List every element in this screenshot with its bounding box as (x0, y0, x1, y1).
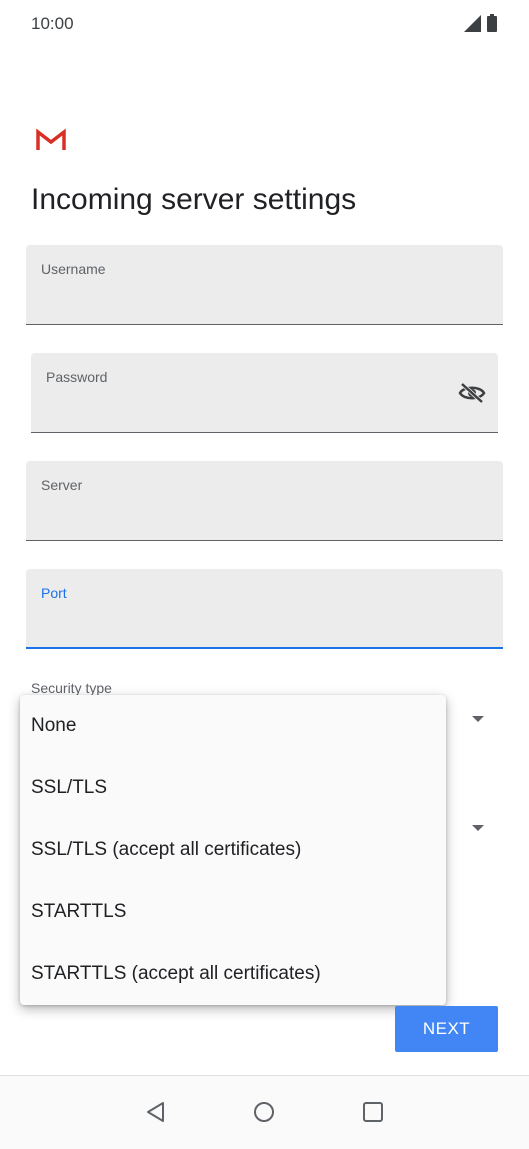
menu-option-starttls-accept-all[interactable]: STARTTLS (accept all certificates) (20, 943, 446, 1005)
gmail-logo (36, 128, 66, 150)
status-icons (463, 14, 497, 32)
next-button[interactable]: NEXT (395, 1006, 498, 1052)
battery-icon (487, 14, 497, 32)
menu-option-starttls[interactable]: STARTTLS (20, 881, 446, 943)
status-time: 10:00 (31, 14, 74, 33)
status-bar: 10:00 (0, 0, 529, 48)
server-label: Server (41, 477, 83, 493)
navigation-bar (0, 1075, 529, 1149)
back-icon[interactable] (144, 1100, 168, 1124)
menu-option-none[interactable]: None (20, 695, 446, 757)
username-label: Username (41, 261, 106, 277)
signal-icon (464, 15, 481, 32)
security-type-menu: None SSL/TLS SSL/TLS (accept all certifi… (20, 695, 446, 1005)
recents-icon[interactable] (361, 1100, 385, 1124)
menu-option-ssl-tls-accept-all[interactable]: SSL/TLS (accept all certificates) (20, 819, 446, 881)
dropdown-arrow-icon[interactable] (472, 825, 484, 831)
menu-option-ssl-tls[interactable]: SSL/TLS (20, 757, 446, 819)
security-type-label: Security type (31, 680, 112, 696)
server-field[interactable]: Server (26, 461, 503, 541)
port-field[interactable]: Port (26, 569, 503, 649)
password-field[interactable]: Password (31, 353, 498, 433)
home-icon[interactable] (252, 1100, 276, 1124)
port-label: Port (41, 585, 67, 601)
page-title: Incoming server settings (31, 183, 357, 216)
dropdown-arrow-icon[interactable] (472, 716, 484, 722)
password-label: Password (46, 369, 108, 385)
username-field[interactable]: Username (26, 245, 503, 325)
visibility-off-icon[interactable] (458, 381, 486, 405)
